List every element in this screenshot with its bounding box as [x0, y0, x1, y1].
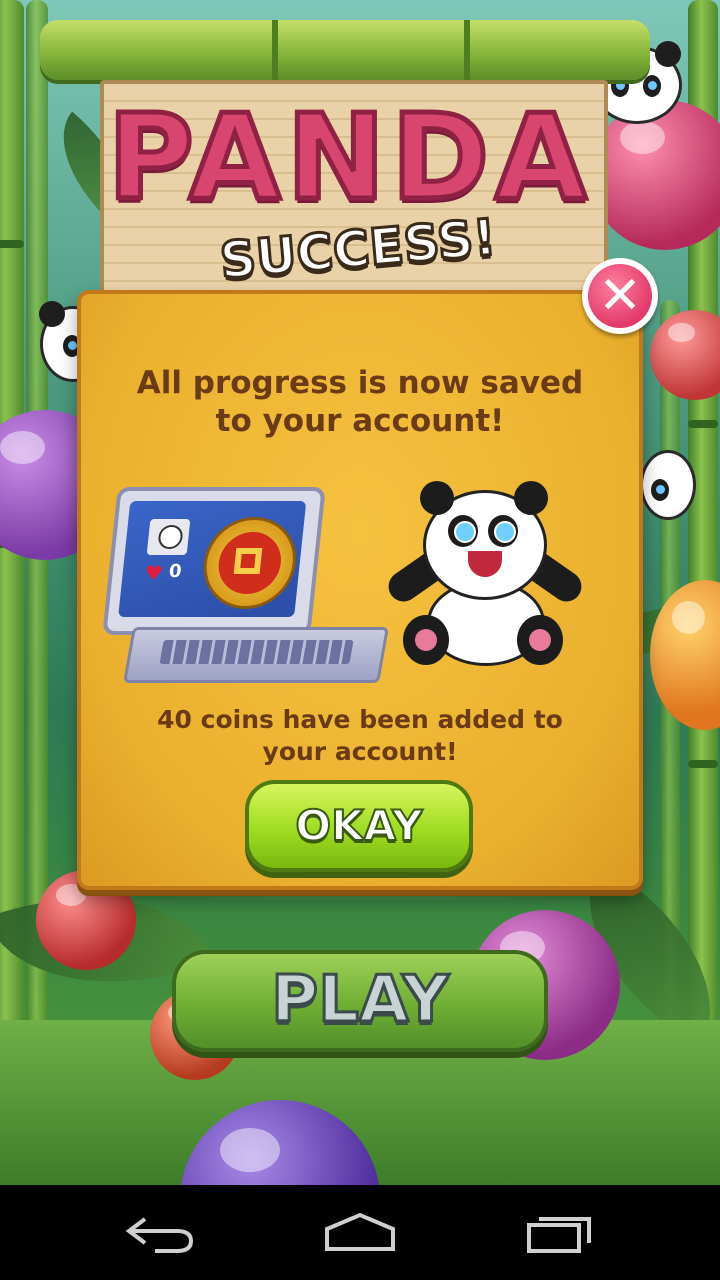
system-navigation-bar: [0, 1185, 720, 1280]
play-button-label: PLAY: [270, 962, 450, 1039]
bamboo-stalk: [26, 0, 48, 1185]
panda-peek-icon: [640, 450, 696, 520]
progress-saved-message: All progress is now saved to your accoun…: [136, 365, 584, 439]
panda-leg: [517, 615, 563, 665]
panda-avatar-icon: [146, 519, 191, 555]
coins-added-message: 40 coins have been added to your account…: [157, 705, 563, 766]
bamboo-stalk: [0, 0, 24, 1185]
laptop-screen: ♥ 0: [102, 487, 326, 635]
panda-head: [420, 481, 548, 600]
laptop-keyboard: [123, 627, 389, 683]
panda-leg: [403, 615, 449, 665]
game-title: PANDA: [105, 86, 593, 229]
okay-button[interactable]: OKAY: [245, 780, 473, 872]
pink-bubble: [590, 100, 720, 250]
coin-icon: [198, 517, 301, 609]
heart-icon: ♥: [143, 561, 164, 585]
close-button[interactable]: ✕: [582, 258, 658, 334]
laptop-illustration: ♥ 0: [102, 487, 389, 687]
bamboo-node: [688, 760, 718, 768]
bamboo-node: [0, 240, 24, 248]
recent-apps-icon[interactable]: [515, 1207, 605, 1257]
play-button[interactable]: PLAY: [172, 950, 548, 1052]
back-icon[interactable]: [115, 1207, 205, 1257]
bamboo-node: [688, 420, 718, 428]
okay-button-label: OKAY: [294, 800, 423, 851]
bamboo-title-bar: [40, 20, 650, 80]
happy-panda-illustration: [382, 480, 588, 670]
home-icon[interactable]: [315, 1207, 405, 1257]
lives-count: 0: [167, 561, 183, 582]
close-icon: ✕: [598, 266, 642, 326]
